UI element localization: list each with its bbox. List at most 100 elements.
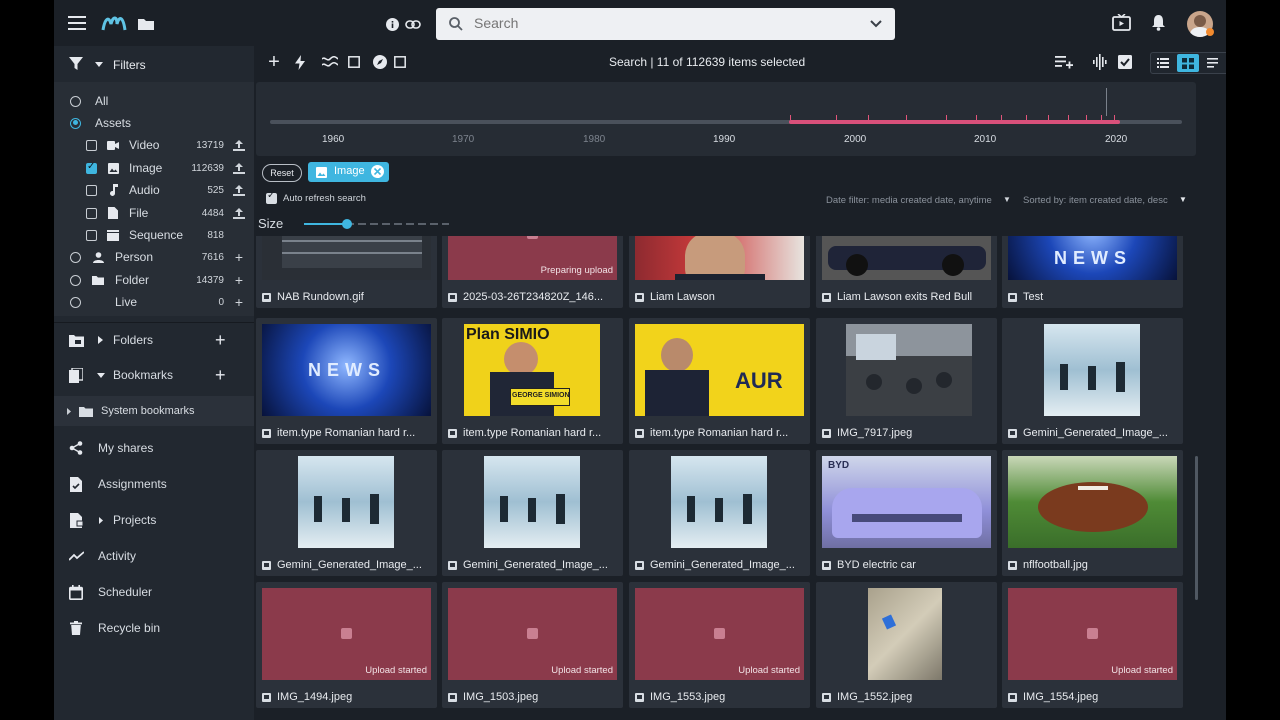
asset-card[interactable]: Upload started IMG_1553.jpeg [629, 582, 810, 708]
asset-card[interactable]: Gemini_Generated_Image_... [629, 450, 810, 576]
asset-card[interactable]: NEWS item.type Romanian hard r... [256, 318, 437, 444]
asset-type-video[interactable]: Video 13719 [54, 134, 254, 156]
checkbox-icon[interactable] [390, 52, 410, 72]
sequence-checkbox[interactable] [86, 229, 97, 241]
filter-folder-option[interactable]: Folder 14379 + [54, 269, 254, 291]
asset-type-audio[interactable]: Audio 525 [54, 179, 254, 201]
add-folder-button[interactable]: + [215, 330, 226, 351]
hamburger-menu-icon[interactable] [66, 13, 88, 33]
thumbnail[interactable] [262, 236, 431, 280]
nav-activity[interactable]: Activity [54, 538, 254, 574]
live-radio[interactable] [70, 296, 81, 308]
add-live-icon[interactable]: + [232, 294, 246, 310]
size-slider-thumb[interactable] [342, 219, 352, 229]
detail-view-icon[interactable] [1203, 55, 1221, 71]
thumbnail[interactable] [484, 456, 580, 548]
chevron-down-icon[interactable] [868, 17, 884, 31]
upload-placeholder-thumbnail[interactable]: Upload started [448, 588, 617, 680]
upload-audio-icon[interactable] [232, 183, 246, 197]
upload-video-icon[interactable] [232, 138, 246, 152]
asset-type-sequence[interactable]: Sequence 818 [54, 224, 254, 246]
all-radio[interactable] [70, 95, 81, 107]
reset-filters-button[interactable]: Reset [262, 164, 302, 182]
nav-recycle-bin[interactable]: Recycle bin [54, 610, 254, 646]
add-person-icon[interactable]: + [232, 249, 246, 265]
list-view-icon[interactable] [1154, 55, 1172, 71]
add-folder-icon[interactable]: + [232, 272, 246, 288]
search-input[interactable] [474, 15, 854, 31]
link-icon[interactable] [404, 16, 422, 32]
info-icon[interactable] [384, 16, 400, 32]
asset-type-image[interactable]: Image 112639 [54, 157, 254, 179]
auto-refresh-checkbox[interactable]: ✓ [266, 190, 277, 204]
date-timeline[interactable]: 1960 1970 1980 1990 2000 2010 2020 [256, 82, 1196, 156]
grid-view-icon[interactable] [1177, 54, 1199, 72]
upload-placeholder-thumbnail[interactable]: Upload started [262, 588, 431, 680]
thumbnail[interactable]: AUR [635, 324, 804, 416]
asset-card[interactable]: NAB Rundown.gif [256, 236, 437, 308]
checked-box-icon[interactable] [1115, 52, 1135, 72]
add-icon[interactable]: + [264, 51, 284, 73]
nav-projects[interactable]: Projects [54, 502, 254, 538]
image-checkbox[interactable] [86, 161, 97, 174]
date-filter-dropdown[interactable]: Date filter: media created date, anytime [826, 195, 992, 206]
notifications-bell-icon[interactable] [1148, 12, 1168, 32]
filter-all-option[interactable]: All [54, 90, 254, 112]
thumbnail[interactable] [846, 324, 972, 416]
thumbnail[interactable] [1044, 324, 1140, 416]
upload-file-icon[interactable] [232, 206, 246, 220]
nav-assignments[interactable]: Assignments [54, 466, 254, 502]
thumbnail[interactable] [1008, 456, 1177, 548]
asset-card[interactable]: Upload started IMG_1503.jpeg [442, 582, 623, 708]
filter-person-option[interactable]: Person 7616 + [54, 246, 254, 268]
thumbnail[interactable] [822, 236, 991, 280]
video-checkbox[interactable] [86, 139, 97, 151]
asset-card[interactable]: nflfootball.jpg [1002, 450, 1183, 576]
asset-type-file[interactable]: File 4484 [54, 202, 254, 224]
asset-card[interactable]: IMG_1552.jpeg [816, 582, 997, 708]
date-filter-caret-icon[interactable]: ▼ [1003, 195, 1011, 204]
app-logo[interactable] [100, 12, 128, 34]
folder-radio[interactable] [70, 274, 81, 286]
asset-card[interactable]: Preparing upload 2025-03-26T234820Z_146..… [442, 236, 623, 308]
thumbnail[interactable]: BYD [822, 456, 991, 548]
asset-card[interactable]: Gemini_Generated_Image_... [1002, 318, 1183, 444]
upload-placeholder-thumbnail[interactable]: Upload started [1008, 588, 1177, 680]
compass-icon[interactable] [370, 52, 390, 72]
filter-assets-option[interactable]: Assets [54, 112, 254, 134]
asset-card[interactable]: Liam Lawson [629, 236, 810, 308]
nav-scheduler[interactable]: Scheduler [54, 574, 254, 610]
nav-my-shares[interactable]: My shares [54, 430, 254, 466]
audio-wave-icon[interactable] [1090, 52, 1110, 72]
system-bookmarks-item[interactable]: System bookmarks [54, 396, 254, 426]
file-checkbox[interactable] [86, 207, 97, 219]
auto-refresh-option[interactable]: ✓ Auto refresh search [266, 190, 406, 206]
timeline-range-highlight[interactable] [789, 120, 1120, 124]
asset-card[interactable]: BYD BYD electric car [816, 450, 997, 576]
asset-card[interactable]: Liam Lawson exits Red Bull [816, 236, 997, 308]
waveform-filter-icon[interactable] [320, 52, 340, 72]
thumbnail[interactable] [671, 456, 767, 548]
filter-live-option[interactable]: Live 0 + [54, 291, 254, 313]
sort-caret-icon[interactable]: ▼ [1179, 195, 1187, 204]
upload-image-icon[interactable] [232, 161, 246, 175]
live-tv-icon[interactable] [1110, 12, 1132, 32]
image-filter-chip[interactable]: Image [308, 162, 389, 182]
add-to-list-icon[interactable] [1054, 52, 1074, 72]
asset-card[interactable]: Plan SIMIO GEORGE SIMION item.type Romania… [442, 318, 623, 444]
search-bar[interactable] [436, 8, 895, 40]
thumbnail[interactable] [298, 456, 394, 548]
thumbnail[interactable] [635, 236, 804, 280]
results-scrollbar[interactable] [1195, 456, 1198, 600]
assets-radio[interactable] [70, 117, 81, 129]
asset-card[interactable]: AUR item.type Romanian hard r... [629, 318, 810, 444]
size-slider[interactable] [304, 218, 449, 230]
sort-dropdown[interactable]: Sorted by: item created date, desc [1023, 195, 1168, 206]
lightning-icon[interactable] [290, 52, 310, 72]
thumbnail[interactable]: Plan SIMIO GEORGE SIMION [464, 324, 600, 416]
select-box-icon[interactable] [344, 52, 364, 72]
folders-section[interactable]: Folders + [54, 322, 254, 358]
remove-chip-close-icon[interactable] [371, 165, 384, 178]
thumbnail[interactable] [868, 588, 942, 680]
bookmarks-section[interactable]: Bookmarks + [54, 357, 254, 393]
